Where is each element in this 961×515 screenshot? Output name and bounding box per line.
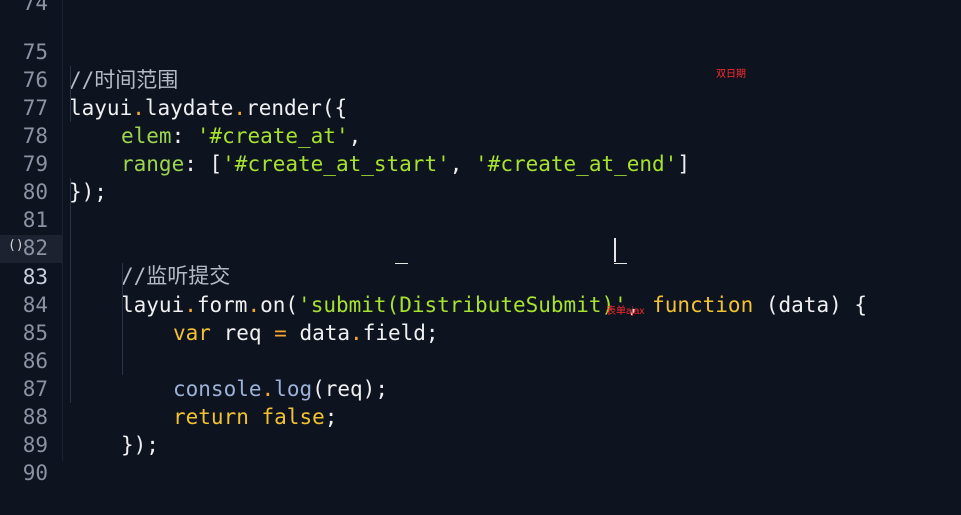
code-line[interactable]: 80 [0, 150, 961, 204]
code-line[interactable]: 82 //监听提交 [0, 206, 961, 288]
code-line[interactable]: 76 layui.laydate.render({ [0, 38, 961, 120]
bracket-match-underline [395, 263, 408, 264]
indent-guide [70, 66, 71, 122]
bracket-match-underline [614, 263, 627, 264]
annotation-form-note: 表单ajax [606, 306, 645, 317]
fold-marker-icon[interactable]: () [8, 238, 24, 253]
code-line[interactable]: 77 elem: '#create_at', [0, 66, 961, 148]
code-line[interactable]: 90 [0, 431, 961, 485]
code-line[interactable]: 75 //时间范围 [0, 10, 961, 92]
text-cursor [614, 238, 616, 262]
code-line-current[interactable]: 83 layui.form.on('submit(DistributeSubmi… [0, 235, 961, 317]
annotation-date-note: 双日期 [716, 69, 746, 80]
code-line[interactable]: 78 range: ['#create_at_start', '#create_… [0, 94, 961, 176]
line-number: 90 [22, 461, 48, 485]
code-line[interactable]: 88 }); [0, 375, 961, 457]
code-line[interactable]: 85 [0, 291, 961, 345]
code-line[interactable]: 89 [0, 403, 961, 457]
indent-guide [70, 178, 71, 403]
code-line[interactable]: 87 return false; [0, 347, 961, 429]
code-editor[interactable]: 74 75 //时间范围 76 layui.laydate.render({ 7… [0, 0, 961, 485]
code-line[interactable]: 79 }); [0, 122, 961, 204]
code-line[interactable]: 84 var req = data.field; [0, 263, 961, 345]
code-line[interactable]: 81 [0, 178, 961, 232]
indent-guide [122, 263, 123, 375]
code-line[interactable]: 86 console.log(req); [0, 319, 961, 401]
